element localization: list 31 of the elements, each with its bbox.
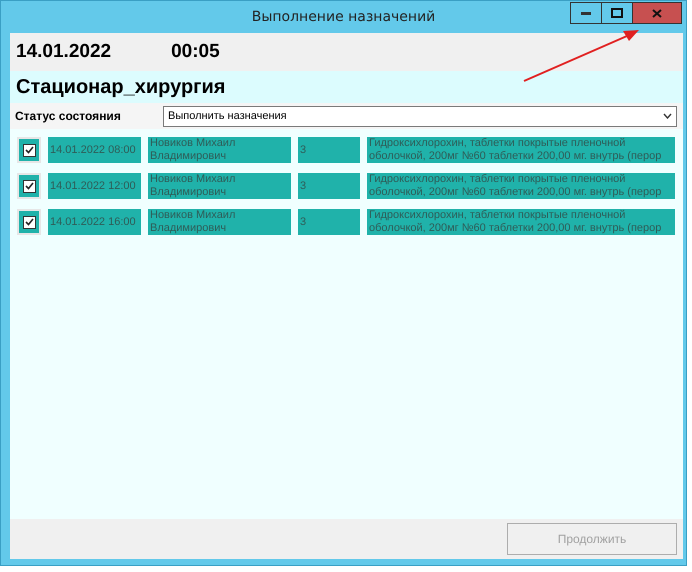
datetime-cell: 14.01.2022 08:00: [48, 137, 141, 163]
time-label: 00:05: [171, 41, 220, 63]
quantity-cell: 3: [298, 209, 360, 235]
quantity-cell: 3: [298, 137, 360, 163]
quantity-cell: 3: [298, 173, 360, 199]
checkbox[interactable]: [17, 209, 41, 235]
status-dropdown[interactable]: Выполнить назначения: [163, 106, 677, 126]
drug-cell: Гидроксихлорохин, таблетки покрытые пленочной оболочкой, 200мг №60 таблетки 200,00 мг. внутрь (перор: [367, 137, 675, 163]
minimize-icon: [581, 11, 591, 15]
drug-cell: Гидроксихлорохин, таблетки покрытые пленочной оболочкой, 200мг №60 таблетки 200,00 мг. внутрь (перор: [367, 173, 675, 199]
close-button[interactable]: [632, 2, 682, 24]
patient-cell: Новиков Михаил Владимирович: [148, 137, 291, 163]
chevron-down-icon: [663, 113, 672, 119]
maximize-icon: [611, 8, 623, 18]
status-label: Статус состояния: [15, 109, 122, 123]
close-icon: [652, 8, 662, 18]
maximize-button[interactable]: [601, 2, 633, 24]
datetime-cell: 14.01.2022 16:00: [48, 209, 141, 235]
checkbox[interactable]: [17, 173, 41, 199]
datetime-cell: 14.01.2022 12:00: [48, 173, 141, 199]
minimize-button[interactable]: [570, 2, 602, 24]
window-title: Выполнение назначений: [252, 9, 436, 25]
drug-cell: Гидроксихлорохин, таблетки покрытые пленочной оболочкой, 200мг №60 таблетки 200,00 мг. внутрь (перор: [367, 209, 675, 235]
checkmark-icon: [24, 146, 34, 154]
checkmark-icon: [24, 218, 34, 226]
checkbox[interactable]: [17, 137, 41, 163]
checkmark-icon: [24, 182, 34, 190]
patient-cell: Новиков Михаил Владимирович: [148, 173, 291, 199]
department-title: Стационар_хирургия: [16, 76, 226, 98]
patient-cell: Новиков Михаил Владимирович: [148, 209, 291, 235]
date-label: 14.01.2022: [16, 41, 112, 63]
